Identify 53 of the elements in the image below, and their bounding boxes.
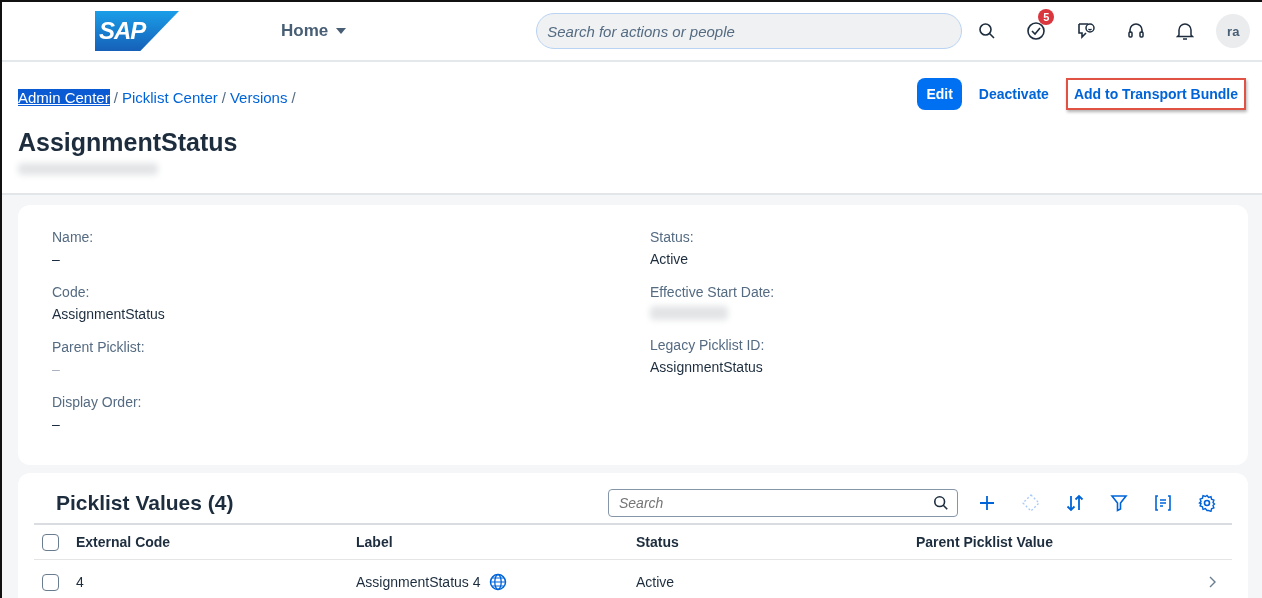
field-label: Name: — [52, 229, 95, 245]
field-label: Display Order: — [52, 394, 143, 410]
group-icon[interactable] — [1154, 494, 1172, 512]
add-icon[interactable] — [978, 494, 996, 512]
sort-icon[interactable] — [1066, 494, 1084, 512]
sap-logo[interactable]: SAP — [95, 11, 179, 51]
field-value: – — [52, 251, 61, 267]
field-value: – — [52, 361, 61, 377]
column-header: External Code — [76, 534, 172, 550]
notification-badge: 5 — [1038, 9, 1055, 25]
table-cell: AssignmentStatus 4 — [356, 574, 481, 590]
home-menu[interactable]: Home — [281, 21, 347, 41]
action-button[interactable]: Deactivate — [967, 78, 1060, 110]
globe-icon[interactable] — [488, 573, 507, 591]
checkmark-circle-icon[interactable] — [1026, 21, 1047, 41]
table-cell: 4 — [76, 574, 84, 590]
chevron-right-icon[interactable] — [1208, 576, 1216, 588]
field-value: – — [52, 416, 61, 432]
field-label: Parent Picklist: — [52, 339, 146, 355]
row-checkbox[interactable] — [42, 573, 59, 591]
caret-icon — [336, 28, 347, 34]
breadcrumb-separator: / — [291, 88, 296, 106]
breadcrumb-link[interactable]: Picklist Center — [121, 88, 218, 106]
field-value: AssignmentStatus — [650, 359, 764, 375]
field-label: Status: — [650, 229, 695, 245]
table-title: Picklist Values (4) — [56, 491, 235, 515]
user-avatar[interactable]: ra — [1216, 14, 1251, 48]
breadcrumb-link[interactable]: Versions — [229, 88, 288, 106]
column-header: Status — [636, 534, 680, 550]
headset-icon[interactable] — [1126, 21, 1147, 41]
filter-icon[interactable] — [1110, 494, 1128, 512]
action-button[interactable]: Add to Transport Bundle — [1065, 78, 1246, 110]
page-title: AssignmentStatus — [18, 128, 239, 157]
search-icon[interactable] — [978, 22, 997, 40]
table-search-field[interactable]: Search — [608, 489, 958, 517]
table-cell: Active — [636, 574, 675, 590]
breadcrumb-separator: / — [221, 88, 226, 106]
action-button[interactable]: Edit — [917, 78, 962, 110]
settings-icon[interactable] — [1198, 494, 1216, 512]
chat-icon[interactable] — [1076, 21, 1097, 41]
field-label: Code: — [52, 284, 91, 300]
field-value: AssignmentStatus — [52, 306, 166, 322]
column-header: Parent Picklist Value — [916, 534, 1054, 550]
breadcrumb-link[interactable]: Admin Center — [18, 88, 110, 106]
select-all-checkbox[interactable] — [42, 533, 59, 551]
bell-icon[interactable] — [1176, 21, 1195, 41]
search-icon[interactable] — [933, 495, 949, 511]
field-label: Effective Start Date: — [650, 284, 776, 300]
search-field[interactable]: Search for actions or people — [536, 13, 963, 49]
breadcrumb-separator: / — [113, 88, 118, 106]
field-label: Legacy Picklist ID: — [650, 337, 766, 353]
column-header: Label — [356, 534, 394, 550]
field-value: Active — [650, 251, 690, 267]
